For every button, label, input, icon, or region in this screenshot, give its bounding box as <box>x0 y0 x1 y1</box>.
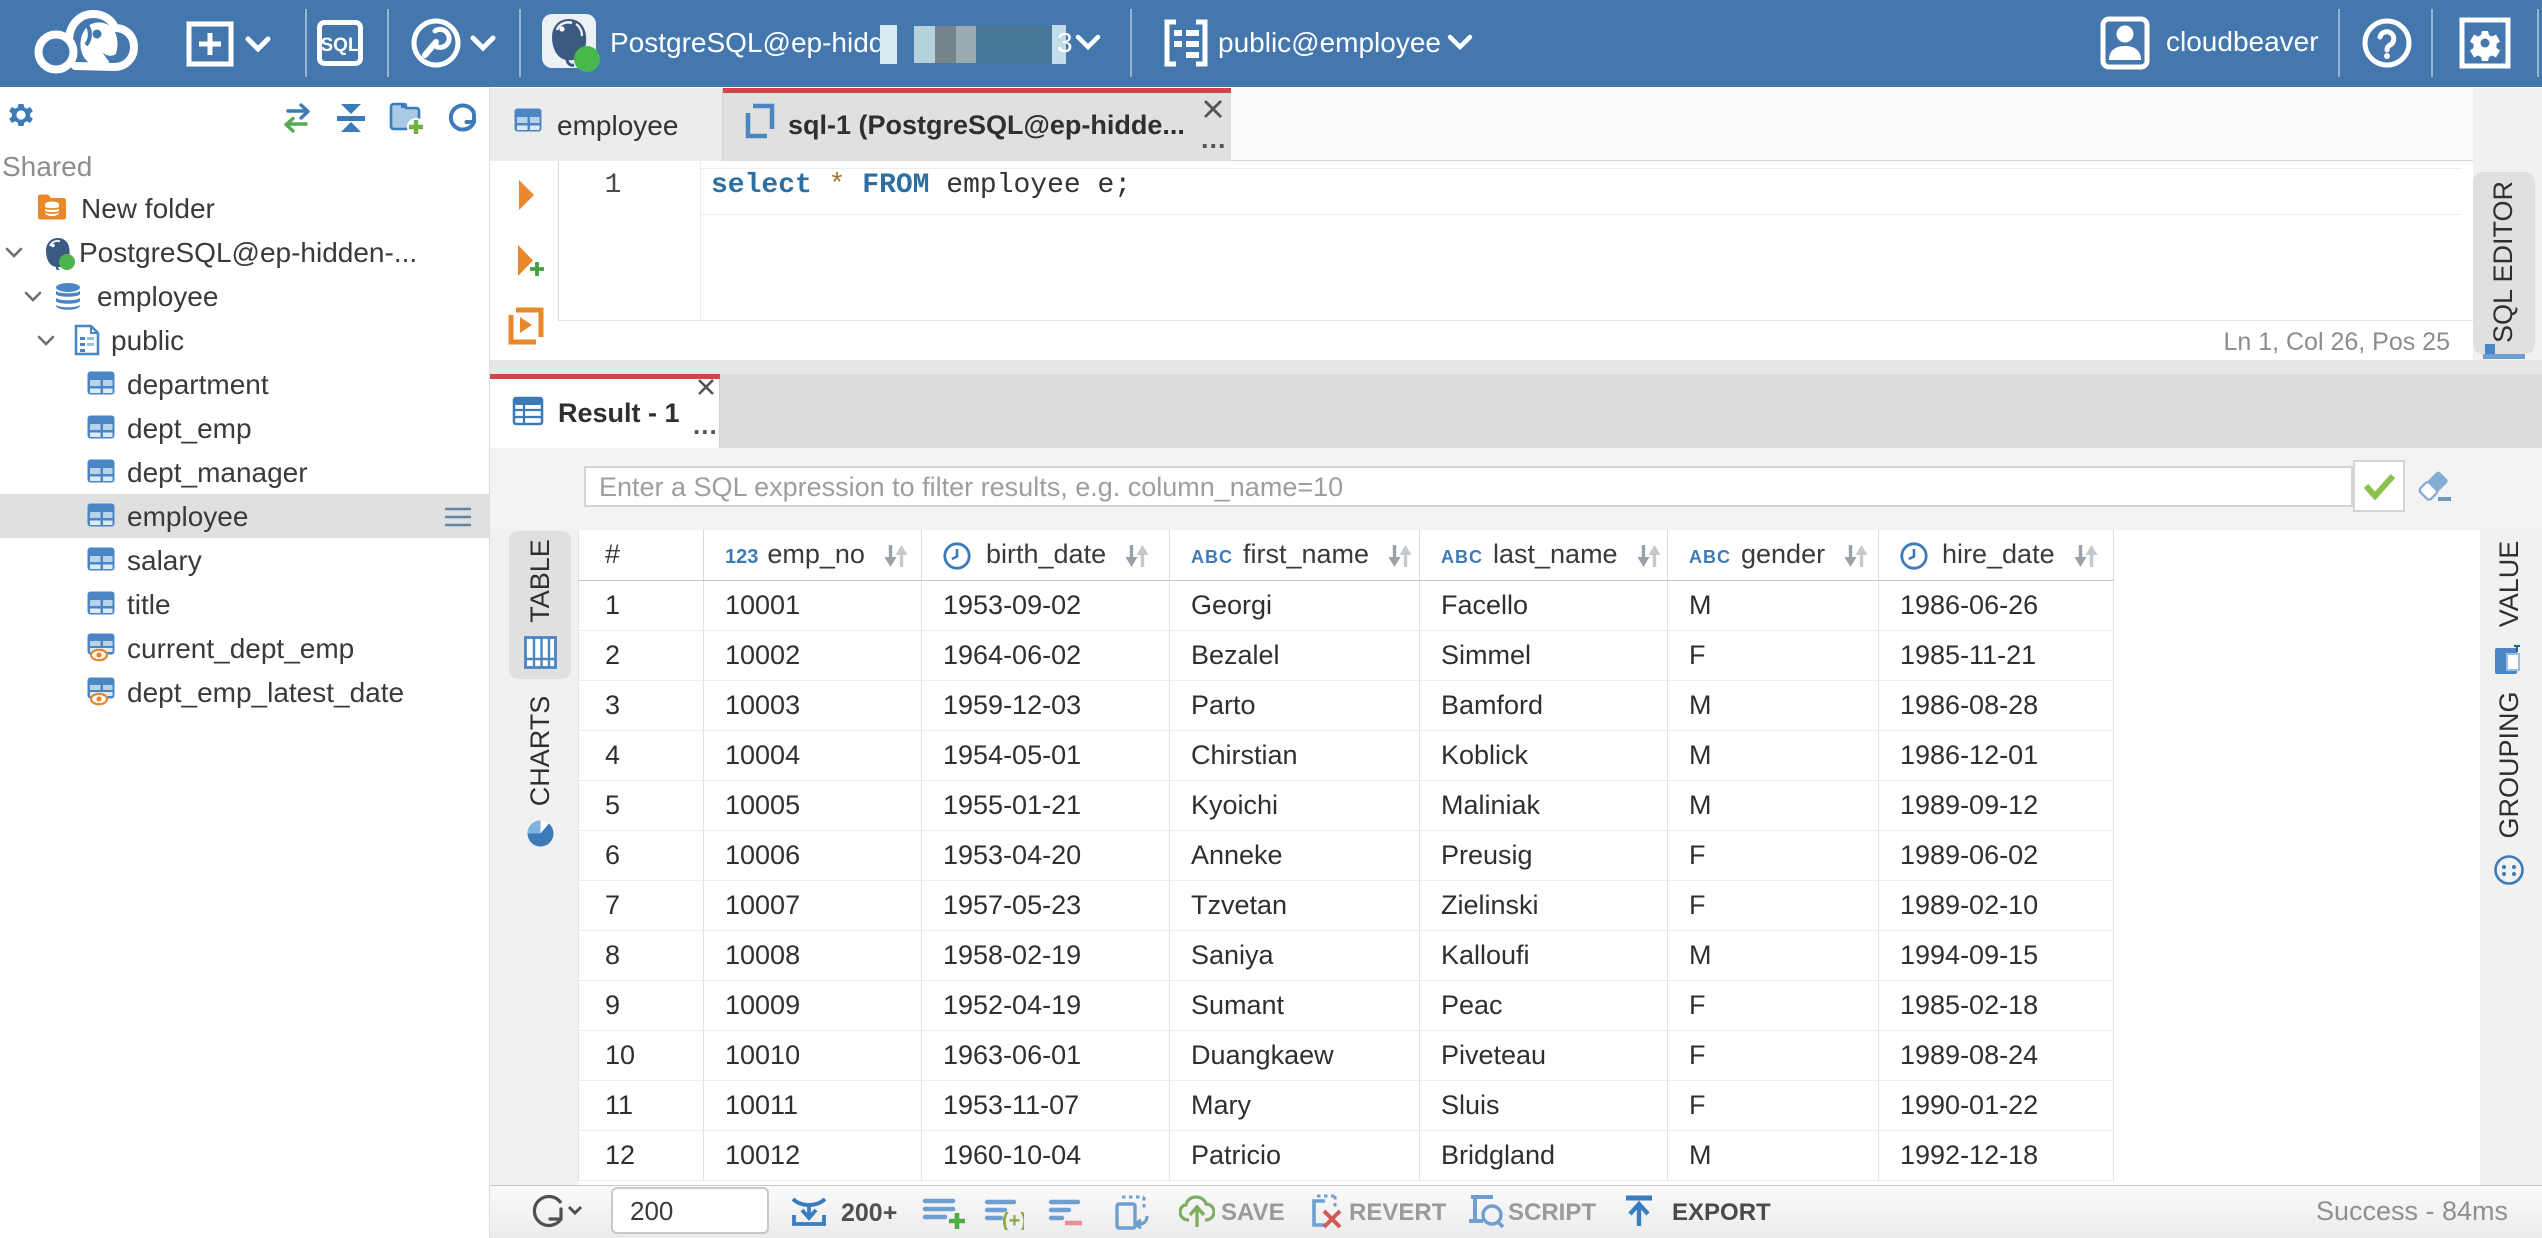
svg-text:SQL: SQL <box>320 35 359 56</box>
svg-text:(+): (+) <box>1002 1210 1024 1230</box>
